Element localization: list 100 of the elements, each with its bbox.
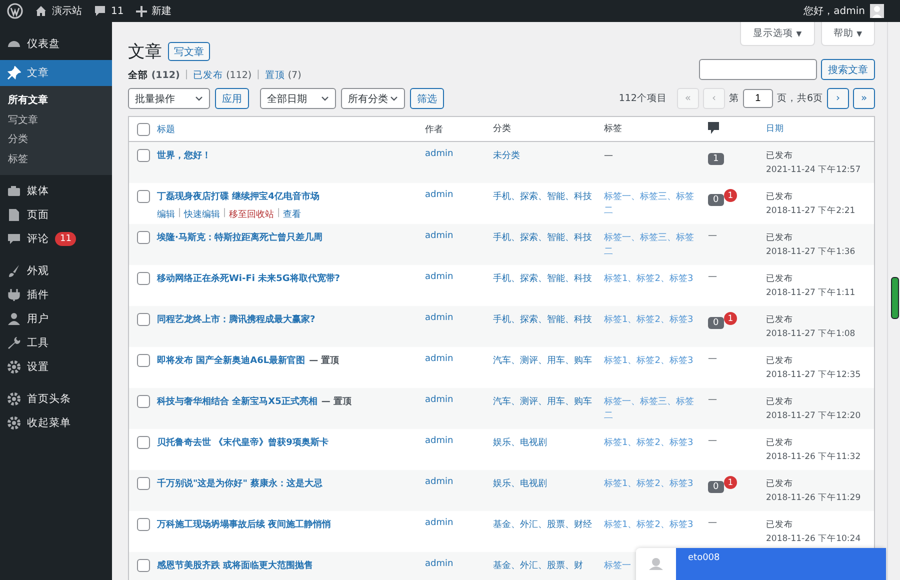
post-title-link[interactable]: 即将发布 国产全新奥迪A6L最新官图 [157, 354, 306, 367]
tag-links[interactable]: 标签1、标签2、标签3 [604, 272, 700, 286]
row-checkbox[interactable] [136, 313, 150, 326]
submenu-item[interactable]: 写文章 [0, 110, 112, 130]
row-action-link[interactable]: 查看 [283, 208, 302, 221]
post-title-link[interactable]: 丁磊现身夜店打碟 继续押宝4亿电音市场 [157, 190, 320, 203]
row-checkbox[interactable] [136, 436, 150, 449]
row-checkbox[interactable] [136, 231, 150, 244]
search-button[interactable]: 搜索文章 [821, 59, 875, 80]
category-links[interactable]: 手机、探索、智能、科技 [493, 190, 596, 204]
category-links[interactable]: 娱乐、电视剧 [493, 477, 596, 491]
row-action-link[interactable]: 移至回收站 [229, 208, 274, 221]
category-links[interactable]: 基金、外汇、股票、财经 [493, 518, 596, 532]
row-checkbox[interactable] [136, 559, 150, 572]
page-number-field[interactable]: 1 [742, 89, 773, 108]
site-name-link[interactable]: 演示站 [52, 4, 82, 18]
post-title-link[interactable]: 埃隆·马斯克：特斯拉距离死亡曾只差几周 [157, 231, 322, 244]
add-post-button[interactable]: 写文章 [168, 42, 210, 61]
sidebar-item[interactable]: 首页头条 [0, 387, 112, 411]
post-title-link[interactable]: 科技与奢华相结合 全新宝马X5正式亮相 [157, 395, 318, 408]
comment-count-bubble[interactable]: 0 [708, 317, 724, 329]
category-links[interactable]: 手机、探索、智能、科技 [493, 313, 596, 327]
sidebar-item[interactable]: 文章 [0, 60, 112, 86]
pending-count-badge[interactable]: 1 [724, 189, 737, 202]
pending-count-badge[interactable]: 1 [724, 312, 737, 325]
row-checkbox[interactable] [136, 477, 150, 490]
submenu-item[interactable]: 标签 [0, 150, 112, 169]
next-page-button[interactable]: › [827, 88, 849, 109]
column-header[interactable]: 标题 [157, 124, 175, 134]
post-title-link[interactable]: 千万别说"这是为你好" 蔡康永：这是大忌 [157, 477, 323, 490]
row-checkbox[interactable] [136, 395, 150, 408]
post-title-link[interactable]: 感恩节美股齐跌 或将面临更大范围抛售 [157, 559, 314, 572]
category-links[interactable]: 手机、探索、智能、科技 [493, 272, 596, 286]
author-link[interactable]: admin [425, 559, 454, 569]
category-links[interactable]: 汽车、测评、用车、购车 [493, 395, 596, 409]
author-link[interactable]: admin [425, 477, 454, 487]
author-link[interactable]: admin [425, 518, 454, 528]
sidebar-item[interactable]: 仪表盘 [0, 32, 112, 56]
bulk-action-dropdown[interactable]: 批量操作 [128, 88, 210, 109]
post-title-link[interactable]: 世界，您好！ [157, 149, 211, 162]
submenu-item[interactable]: 分类 [0, 130, 112, 150]
tag-links[interactable]: 标签一、标签三、标签二 [604, 395, 700, 423]
apply-button[interactable]: 应用 [215, 88, 249, 109]
sidebar-item[interactable]: 媒体 [0, 179, 112, 203]
row-checkbox[interactable] [136, 354, 150, 367]
last-page-button[interactable]: » [853, 88, 875, 109]
tag-links[interactable]: — [604, 149, 700, 163]
row-checkbox[interactable] [136, 149, 150, 162]
category-links[interactable]: 汽车、测评、用车、购车 [493, 354, 596, 368]
tag-links[interactable]: 标签一、标签三、标签二 [604, 190, 700, 218]
new-link[interactable]: 新建 [152, 4, 172, 18]
tag-links[interactable]: 标签1、标签2、标签3 [604, 354, 700, 368]
tag-links[interactable]: 标签一、标签三、标签二 [604, 231, 700, 259]
date-filter-dropdown[interactable]: 全部日期 [260, 88, 336, 109]
status-filter-link[interactable]: 全部 (112) [128, 69, 180, 82]
row-action-link[interactable]: 快速编辑 [184, 208, 220, 221]
sidebar-item[interactable]: 页面 [0, 203, 112, 227]
row-action-link[interactable]: 编辑 [157, 208, 175, 221]
status-filter-link[interactable]: 已发布 (112) [193, 69, 252, 82]
category-links[interactable]: 手机、探索、智能、科技 [493, 231, 596, 245]
sidebar-item[interactable]: 插件 [0, 283, 112, 307]
pending-count-badge[interactable]: 1 [724, 476, 737, 489]
post-title-link[interactable]: 贝托鲁奇去世 《末代皇帝》曾获9项奥斯卡 [157, 436, 328, 449]
post-title-link[interactable]: 同程艺龙终上市：腾讯携程成最大赢家? [157, 313, 316, 326]
tag-links[interactable]: 标签1、标签2、标签3 [604, 436, 700, 450]
post-title-link[interactable]: 万科施工现场坍塌事故后续 夜间施工静悄悄 [157, 518, 332, 531]
greeting-link[interactable]: 您好，admin [804, 4, 865, 18]
author-link[interactable]: admin [425, 313, 454, 323]
tag-links[interactable]: 标签1、标签2、标签3 [604, 477, 700, 491]
author-link[interactable]: admin [425, 395, 454, 405]
row-checkbox[interactable] [136, 190, 150, 203]
author-link[interactable]: admin [425, 436, 454, 446]
tag-links[interactable]: 标签1、标签2、标签3 [604, 313, 700, 327]
submenu-item[interactable]: 所有文章 [0, 91, 112, 110]
sidebar-item[interactable]: 收起菜单 [0, 411, 112, 435]
category-links[interactable]: 娱乐、电视剧 [493, 436, 596, 450]
author-link[interactable]: admin [425, 190, 454, 200]
comment-count-bubble[interactable]: 0 [708, 481, 724, 493]
category-links[interactable]: 未分类 [493, 149, 596, 163]
chat-popup[interactable]: eto008 [636, 548, 886, 580]
scrollbar[interactable] [887, 22, 900, 580]
sidebar-item[interactable]: 评论 11 [0, 227, 112, 251]
category-filter-dropdown[interactable]: 所有分类 [341, 88, 405, 109]
filter-button[interactable]: 筛选 [410, 88, 444, 109]
sidebar-item[interactable]: 设置 [0, 355, 112, 379]
row-checkbox[interactable] [136, 272, 150, 285]
sidebar-item[interactable]: 工具 [0, 331, 112, 355]
sidebar-item[interactable]: 外观 [0, 259, 112, 283]
status-filter-link[interactable]: 置顶 (7) [264, 69, 302, 82]
row-checkbox[interactable] [136, 518, 150, 531]
post-title-link[interactable]: 移动网络正在杀死Wi-Fi 未来5G将取代宽带? [157, 272, 340, 285]
search-field[interactable] [699, 59, 817, 80]
comment-count-bubble[interactable]: 0 [708, 194, 724, 206]
author-link[interactable]: admin [425, 272, 454, 282]
comment-count-bubble[interactable]: 1 [708, 153, 724, 165]
category-links[interactable]: 基金、外汇、股票、财 [493, 559, 596, 573]
wordpress-logo-icon[interactable] [7, 3, 23, 19]
comments-count-link[interactable]: 11 [111, 6, 124, 16]
sidebar-item[interactable]: 用户 [0, 307, 112, 331]
column-header[interactable]: 日期 [766, 124, 784, 134]
